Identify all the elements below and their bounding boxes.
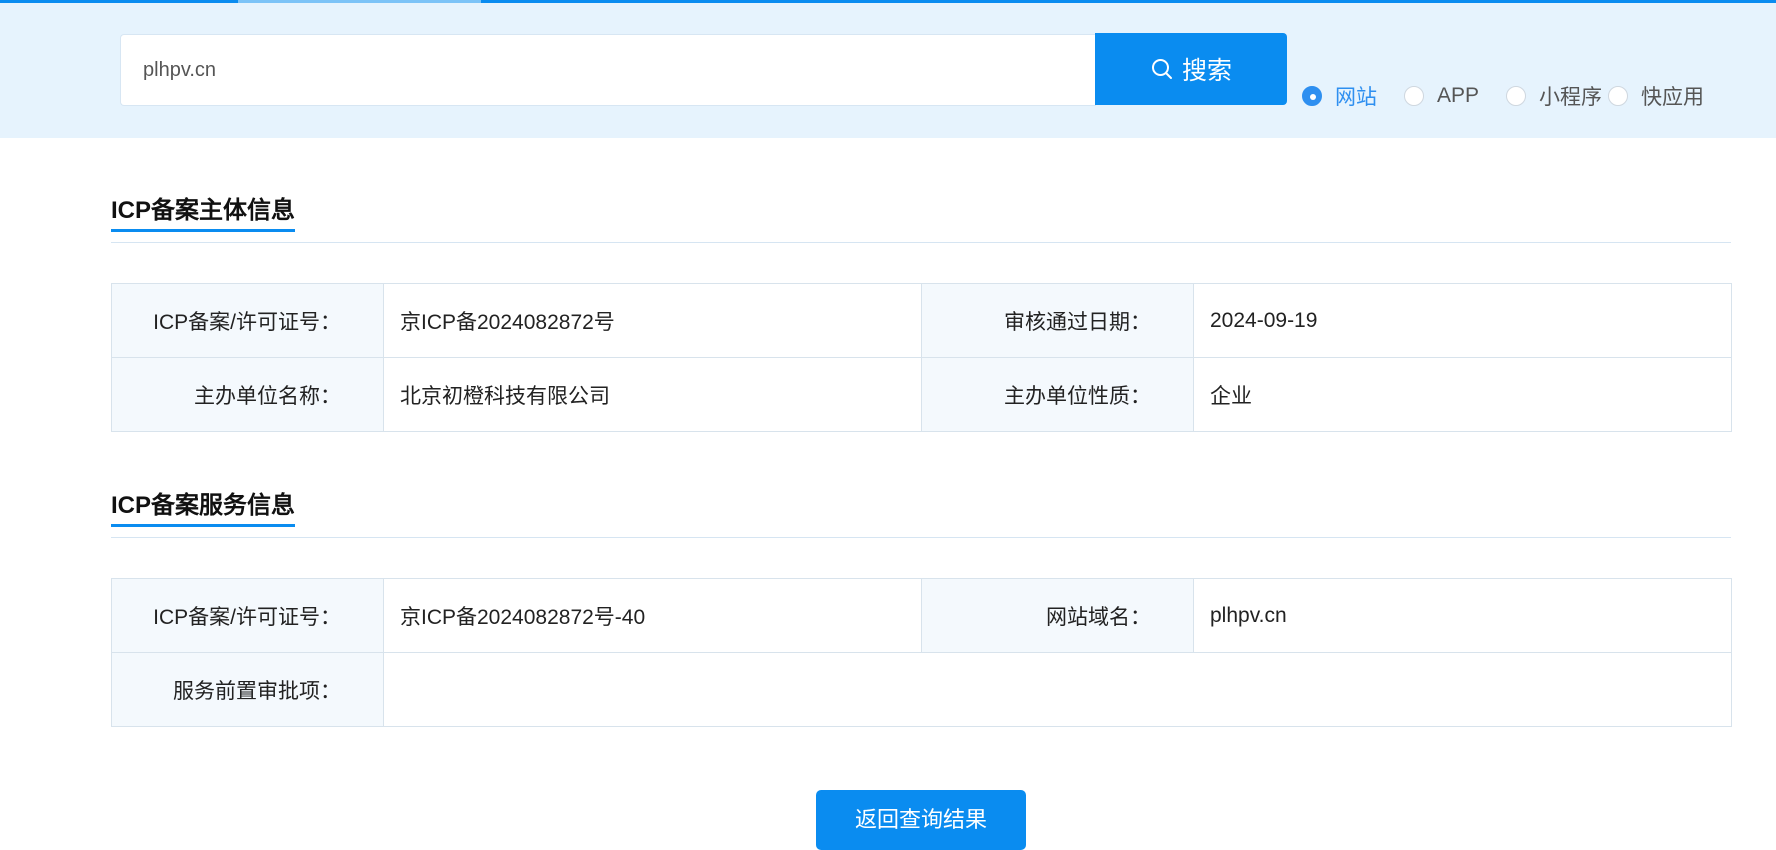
service-title-underline xyxy=(111,524,295,527)
radio-unchecked-icon xyxy=(1608,86,1628,106)
service-license-value: 京ICP备2024082872号-40 xyxy=(383,578,922,653)
organizer-type-value: 企业 xyxy=(1193,357,1732,432)
table-row: ICP备案/许可证号： 京ICP备2024082872号 审核通过日期： 202… xyxy=(111,283,1732,358)
service-title-rule xyxy=(111,537,1731,538)
type-filter-group: 网站 APP 小程序 快应用 xyxy=(1302,81,1704,111)
organizer-name-label: 主办单位名称： xyxy=(111,357,384,432)
filter-quickapp-radio[interactable]: 快应用 xyxy=(1608,81,1704,111)
search-icon xyxy=(1151,59,1172,79)
organizer-type-label: 主办单位性质： xyxy=(921,357,1194,432)
license-number-label: ICP备案/许可证号： xyxy=(111,283,384,358)
license-number-value: 京ICP备2024082872号 xyxy=(383,283,922,358)
table-row: 服务前置审批项： xyxy=(111,652,1732,727)
approval-date-label: 审核通过日期： xyxy=(921,283,1194,358)
table-row: ICP备案/许可证号： 京ICP备2024082872号-40 网站域名： pl… xyxy=(111,578,1732,653)
subject-title-underline xyxy=(111,229,295,232)
pre-approval-value xyxy=(383,652,1732,727)
filter-label: APP xyxy=(1437,84,1480,107)
search-band: 搜索 网站 APP 小程序 快应用 xyxy=(0,3,1776,138)
filter-miniprogram-radio[interactable]: 小程序 xyxy=(1506,81,1608,111)
search-input[interactable] xyxy=(120,34,1096,106)
radio-unchecked-icon xyxy=(1506,86,1526,106)
filter-website-radio[interactable]: 网站 xyxy=(1302,81,1404,111)
filter-label: 小程序 xyxy=(1539,86,1602,109)
approval-date-value: 2024-09-19 xyxy=(1193,283,1732,358)
subject-info-title: ICP备案主体信息 xyxy=(111,197,296,224)
back-to-results-button[interactable]: 返回查询结果 xyxy=(816,790,1026,850)
subject-info-table: ICP备案/许可证号： 京ICP备2024082872号 审核通过日期： 202… xyxy=(111,283,1732,432)
filter-app-radio[interactable]: APP xyxy=(1404,84,1506,108)
service-license-label: ICP备案/许可证号： xyxy=(111,578,384,653)
radio-checked-icon xyxy=(1302,86,1322,106)
pre-approval-label: 服务前置审批项： xyxy=(111,652,384,727)
table-row: 主办单位名称： 北京初橙科技有限公司 主办单位性质： 企业 xyxy=(111,357,1732,432)
service-info-table: ICP备案/许可证号： 京ICP备2024082872号-40 网站域名： pl… xyxy=(111,578,1732,727)
organizer-name-value: 北京初橙科技有限公司 xyxy=(383,357,922,432)
domain-label: 网站域名： xyxy=(921,578,1194,653)
search-button[interactable]: 搜索 xyxy=(1095,33,1287,105)
subject-title-rule xyxy=(111,242,1731,243)
filter-label: 快应用 xyxy=(1641,86,1704,109)
filter-label: 网站 xyxy=(1335,86,1377,109)
service-info-title: ICP备案服务信息 xyxy=(111,492,296,519)
search-button-label: 搜索 xyxy=(1181,57,1232,85)
domain-value: plhpv.cn xyxy=(1193,578,1732,653)
radio-unchecked-icon xyxy=(1404,86,1424,106)
